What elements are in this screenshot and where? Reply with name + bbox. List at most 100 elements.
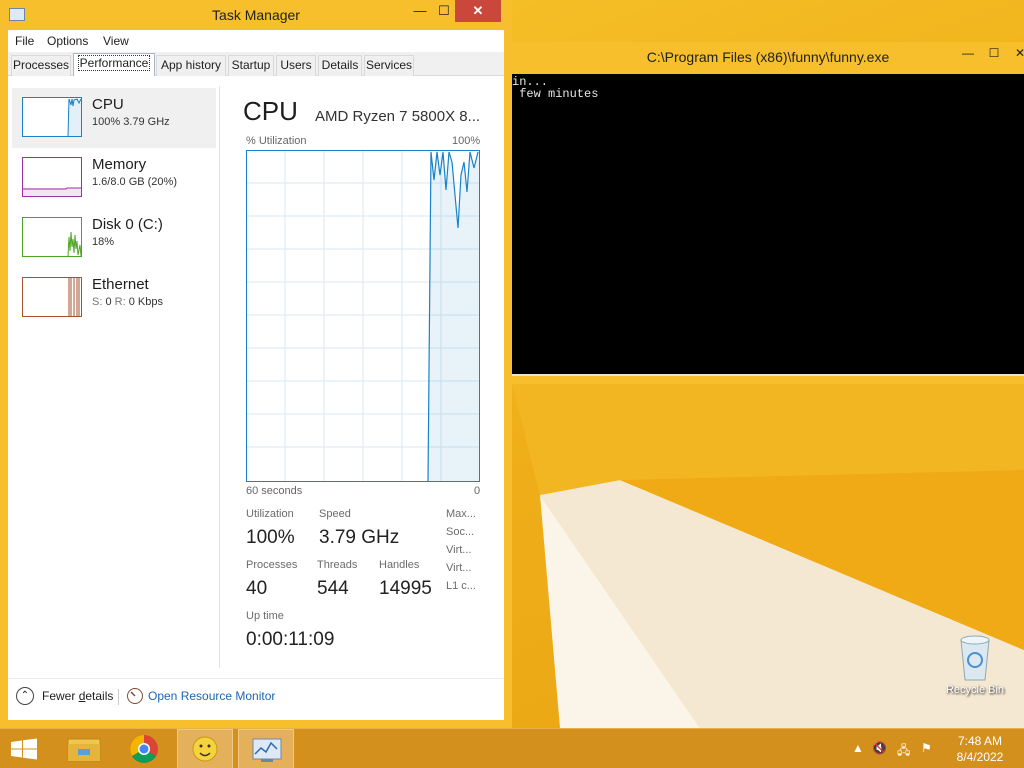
speed-value: 3.79 GHz [319,527,400,548]
console-line: few minutes [512,87,599,101]
virtualization-label: Virt... [446,562,472,574]
ethernet-send-value: 0 [105,296,112,308]
graph-time-label: 60 seconds [246,485,303,497]
taskbar-funny-app[interactable] [177,729,233,768]
tab-strip: Processes Performance App history Startu… [8,52,504,76]
tab-label: Services [365,58,412,72]
windows-logo-icon [11,738,37,760]
utilization-label: Utilization [246,508,294,520]
taskbar-file-explorer[interactable] [56,729,112,768]
task-manager-window[interactable]: Task Manager — ☐ ✕ File Options View Pro… [0,0,512,728]
ethernet-thumbnail [22,277,82,317]
uptime-value: 0:00:11:09 [246,629,335,650]
tab-services[interactable]: Services [364,55,414,76]
processes-label: Processes [246,559,298,571]
tab-users[interactable]: Users [276,55,316,76]
open-resource-monitor-link[interactable]: Open Resource Monitor [148,689,275,703]
taskbar: ▲ 🔇 🖧 ⚑ 7:48 AM 8/4/2022 [0,728,1024,768]
clock-time: 7:48 AM [957,734,1003,748]
task-manager-titlebar[interactable]: Task Manager — ☐ ✕ [0,0,512,30]
cpu-utilization-graph [246,150,480,482]
action-center-icon[interactable]: ⚑ [921,741,932,755]
sidebar-cpu-name: CPU [92,96,124,113]
graph-zero-label: 0 [474,485,481,497]
speed-label: Speed [319,508,351,520]
ethernet-receive-label: R: [114,296,126,308]
console-title: C:\Program Files (x86)\funny\funny.exe [646,49,890,65]
handles-label: Handles [379,559,420,571]
sidebar-disk-name: Disk 0 (C:) [92,216,163,233]
sidebar-item-ethernet[interactable]: Ethernet S: 0 R: 0 Kbps [12,268,216,328]
console-frame-bottom [512,374,1024,384]
sidebar-memory-value: 1.6/8.0 GB (20%) [92,176,177,188]
virtual-processors-label: Virt... [446,544,472,556]
maximize-button[interactable]: ☐ [432,0,456,22]
ethernet-receive-value: 0 Kbps [128,296,163,308]
utilization-value: 100% [246,527,295,548]
tab-app-history[interactable]: App history [156,55,226,76]
ethernet-send-label: S: [92,296,103,308]
recycle-bin-label: Recycle Bin [945,684,1005,696]
tab-label: Performance [77,55,151,71]
smiley-icon [192,736,218,762]
graph-max-label: 100% [452,135,481,147]
clock-date: 8/4/2022 [956,750,1004,764]
menu-options[interactable]: Options [47,34,88,48]
footer-bar: ⌃ Fewer details Open Resource Monitor [8,678,504,720]
tab-label: App history [160,58,222,72]
tab-label: Processes [12,58,70,72]
menu-bar: File Options View [8,30,504,52]
tab-label: Details [321,58,359,72]
menu-file[interactable]: File [15,34,34,48]
start-button[interactable] [0,729,56,768]
speaker-muted-icon[interactable]: 🔇 [872,741,887,755]
sidebar-item-memory[interactable]: Memory 1.6/8.0 GB (20%) [12,148,216,208]
console-maximize-button[interactable]: ☐ [982,44,1006,62]
processes-value: 40 [246,578,268,599]
sidebar-disk-value: 18% [92,236,115,248]
utilization-axis-label: % Utilization [246,135,307,147]
disk-thumbnail [22,217,82,257]
network-icon[interactable]: 🖧 [897,741,910,762]
console-close-button[interactable]: ✕ [1008,44,1024,62]
cpu-model-name: AMD Ryzen 7 5800X 8... [315,108,481,125]
console-output[interactable]: in... few minutes [512,74,1024,374]
fewer-details-suffix: etails [85,689,114,703]
chevron-up-icon[interactable]: ⌃ [16,687,34,705]
fewer-details-link[interactable]: Fewer details [42,689,113,703]
recycle-bin-icon [960,635,990,681]
l1-cache-label: L1 c... [446,580,476,592]
taskbar-chrome[interactable] [116,729,172,768]
show-hidden-icons-button[interactable]: ▲ [852,741,864,755]
memory-thumbnail [22,157,82,197]
sidebar-item-disk[interactable]: Disk 0 (C:) 18% [12,208,216,268]
taskbar-task-manager[interactable] [238,729,294,768]
task-manager-icon [252,738,282,762]
tab-performance[interactable]: Performance [73,53,155,76]
threads-label: Threads [317,559,358,571]
minimize-button[interactable]: — [408,0,432,22]
tab-processes[interactable]: Processes [11,55,71,76]
sidebar-divider [219,86,220,668]
console-minimize-button[interactable]: — [956,44,980,62]
uptime-label: Up time [246,610,284,622]
sidebar-item-cpu[interactable]: CPU 100% 3.79 GHz [12,88,216,148]
taskbar-clock[interactable]: 7:48 AM 8/4/2022 [945,733,1015,765]
footer-divider [118,689,119,705]
task-manager-client: File Options View Processes Performance … [8,30,504,720]
threads-value: 544 [317,578,349,599]
fewer-details-prefix: Fewer [42,689,79,703]
menu-view[interactable]: View [103,34,129,48]
sidebar-ethernet-name: Ethernet [92,276,149,293]
console-window[interactable]: C:\Program Files (x86)\funny\funny.exe —… [512,42,1024,384]
cpu-heading: CPU [243,96,298,126]
close-button[interactable]: ✕ [455,0,501,22]
max-speed-label: Max... [446,508,476,520]
recycle-bin-shortcut[interactable]: Recycle Bin [940,630,1010,700]
cpu-thumbnail [22,97,82,137]
tab-details[interactable]: Details [318,55,362,76]
handles-value: 14995 [379,578,432,599]
sidebar-memory-name: Memory [92,156,147,173]
console-titlebar[interactable]: C:\Program Files (x86)\funny\funny.exe —… [512,42,1024,74]
tab-startup[interactable]: Startup [228,55,274,76]
